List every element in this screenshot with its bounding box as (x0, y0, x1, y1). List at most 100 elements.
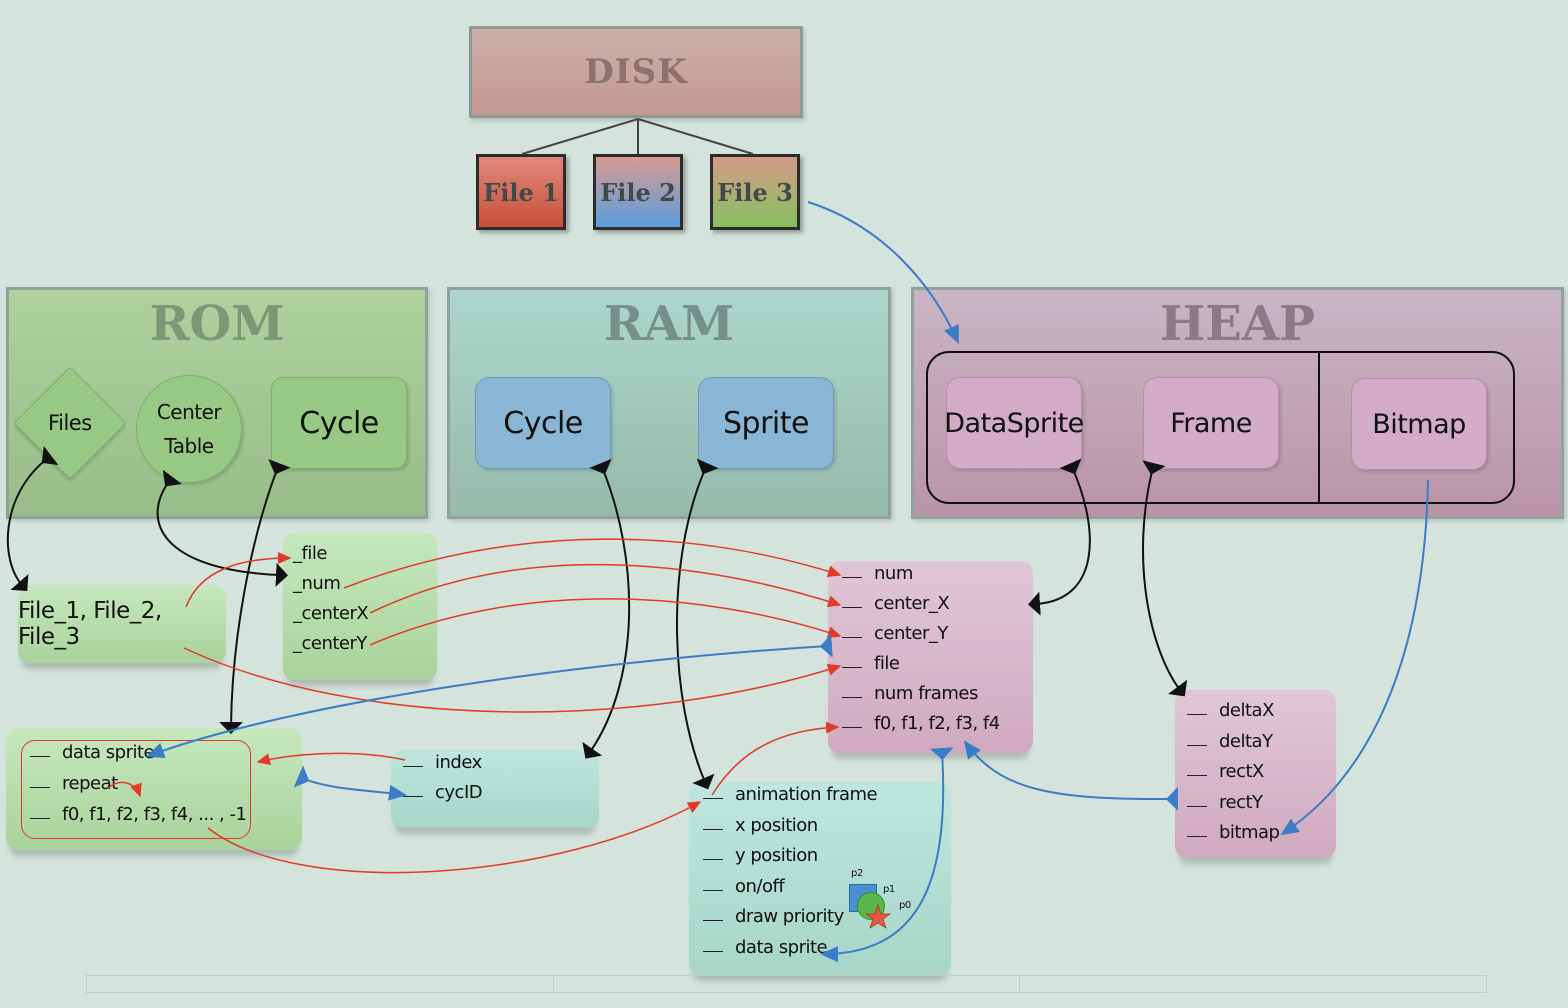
field-label: x position (735, 814, 818, 836)
rom-cycle-card[interactable]: data sprite repeat f0, f1, f2, f3, f4, .… (6, 728, 302, 850)
files-list-text: File_1, File_2, File_3 (18, 598, 162, 650)
center-table-card[interactable]: _file _num _centerX _centerY (283, 533, 437, 680)
field-label: num (874, 563, 913, 584)
center-table-field: _file (293, 543, 437, 573)
heap-datasprite-node[interactable]: DataSprite (944, 377, 1084, 469)
rom-cycle-field: f0, f1, f2, f3, f4, ... , -1 (30, 804, 247, 835)
field-label: index (435, 752, 482, 773)
field-label: f0, f1, f2, f3, f4 (874, 713, 1000, 734)
ram-cycle-card[interactable]: index cycID (391, 750, 599, 828)
ram-cycle-node[interactable]: Cycle (475, 377, 611, 469)
heap-frame-node[interactable]: Frame (1143, 377, 1279, 469)
blank-line (30, 817, 50, 819)
center-table-line1: Center (156, 400, 222, 424)
datasprite-field: center_Y (842, 623, 1033, 653)
rom-title: ROM (149, 296, 285, 352)
rom-cycle-fields: data sprite repeat f0, f1, f2, f3, f4, .… (30, 742, 247, 835)
file-2-label: File 2 (600, 177, 676, 207)
sprite-field: data sprite (703, 937, 951, 968)
bottom-strip-cell (554, 976, 1021, 992)
field-label: _num (293, 573, 341, 594)
blank-line (1187, 774, 1207, 776)
field-label: repeat (62, 773, 118, 794)
field-label: animation frame (735, 784, 878, 805)
rom-cycle-field: repeat (30, 773, 246, 804)
heap-bitmap-label: Bitmap (1372, 408, 1466, 440)
field-label: f0, f1, f2, f3, f4, ... , -1 (62, 804, 247, 825)
ram-cycle-label: Cycle (503, 405, 583, 441)
field-label: rectY (1219, 791, 1263, 813)
field-label: _centerY (293, 633, 367, 654)
field-label: cycID (435, 782, 483, 803)
field-label: data sprite (735, 936, 828, 958)
files-list-card[interactable]: File_1, File_2, File_3 (18, 585, 226, 663)
centery-to-ds-centery (369, 598, 842, 646)
heap-bitmap-node[interactable]: Bitmap (1351, 378, 1487, 470)
ram-cycle-field: index (403, 752, 599, 782)
centerx-to-ds-centerx (369, 563, 842, 614)
file-1-label: File 1 (483, 177, 559, 207)
bottom-strip (86, 975, 1487, 993)
datasprite-field: file (842, 653, 1033, 683)
blank-line (842, 726, 862, 728)
blank-line (842, 576, 862, 578)
blank-line (842, 666, 862, 668)
frame-field: rectY (1187, 792, 1336, 823)
priority-label-p0: p0 (899, 900, 911, 911)
rom-files-label: Files (48, 411, 92, 435)
datasprite-field: f0, f1, f2, f3, f4 (842, 713, 1033, 743)
blank-line (1187, 805, 1207, 807)
field-label: file (874, 653, 900, 674)
blank-line (703, 858, 723, 860)
field-label: data sprite (62, 742, 155, 763)
heap-title: HEAP (1159, 296, 1316, 352)
field-label: draw priority (735, 906, 844, 927)
center-table-field: _centerX (293, 603, 437, 633)
sprite-field: animation frame (703, 784, 951, 815)
blank-line (403, 765, 423, 767)
field-label: on/off (735, 875, 785, 897)
blank-line (1187, 835, 1207, 837)
blank-line (842, 606, 862, 608)
disk-file-1[interactable]: File 1 (476, 154, 566, 230)
blank-line (703, 797, 723, 799)
cycle-to-cycid (293, 765, 407, 801)
ram-sprite-node[interactable]: Sprite (698, 377, 834, 469)
blank-line (842, 636, 862, 638)
disk-title: DISK (584, 52, 688, 92)
field-label: y position (735, 845, 818, 866)
priority-star-icon (865, 904, 891, 929)
disk-file-3[interactable]: File 3 (710, 154, 800, 230)
center-table-field: _num (293, 573, 437, 603)
datasprite-field: num frames (842, 683, 1033, 713)
sprite-card[interactable]: animation frame x position y position on… (689, 782, 951, 975)
datasprite-field: center_X (842, 593, 1033, 623)
heap-datasprite-label: DataSprite (944, 407, 1084, 439)
blank-line (842, 696, 862, 698)
disk-file-2[interactable]: File 2 (593, 154, 683, 230)
frame-field: deltaX (1187, 700, 1336, 731)
rom-center-table-node[interactable]: Center Table (136, 375, 242, 483)
center-table-field: _centerY (293, 633, 437, 663)
rom-cycle-field: data sprite (30, 742, 246, 773)
disk-tree-lines (521, 118, 754, 155)
bottom-strip-cell (87, 976, 554, 992)
rom-cycle-node[interactable]: Cycle (271, 377, 407, 469)
field-label: bitmap (1219, 822, 1280, 843)
field-label: _centerX (293, 603, 369, 624)
ram-title: RAM (603, 296, 735, 352)
field-label: rectX (1219, 761, 1264, 782)
datasprite-card[interactable]: num center_X center_Y file num frames f0… (828, 561, 1033, 753)
ram-cycle-field: cycID (403, 782, 599, 812)
priority-label-p2: p2 (851, 868, 863, 879)
frame-field: rectX (1187, 761, 1336, 792)
blank-line (703, 828, 723, 830)
frame-card[interactable]: deltaX deltaY rectX rectY bitmap (1175, 690, 1336, 858)
draw-priority-icon: p2 p1 p0 (839, 868, 919, 938)
rom-cycle-label: Cycle (299, 405, 379, 441)
datasprite-field: num (842, 563, 1033, 593)
disk-box: DISK (469, 26, 803, 118)
heap-frame-label: Frame (1170, 407, 1252, 439)
blank-line (1187, 713, 1207, 715)
frame-field: bitmap (1187, 822, 1336, 853)
